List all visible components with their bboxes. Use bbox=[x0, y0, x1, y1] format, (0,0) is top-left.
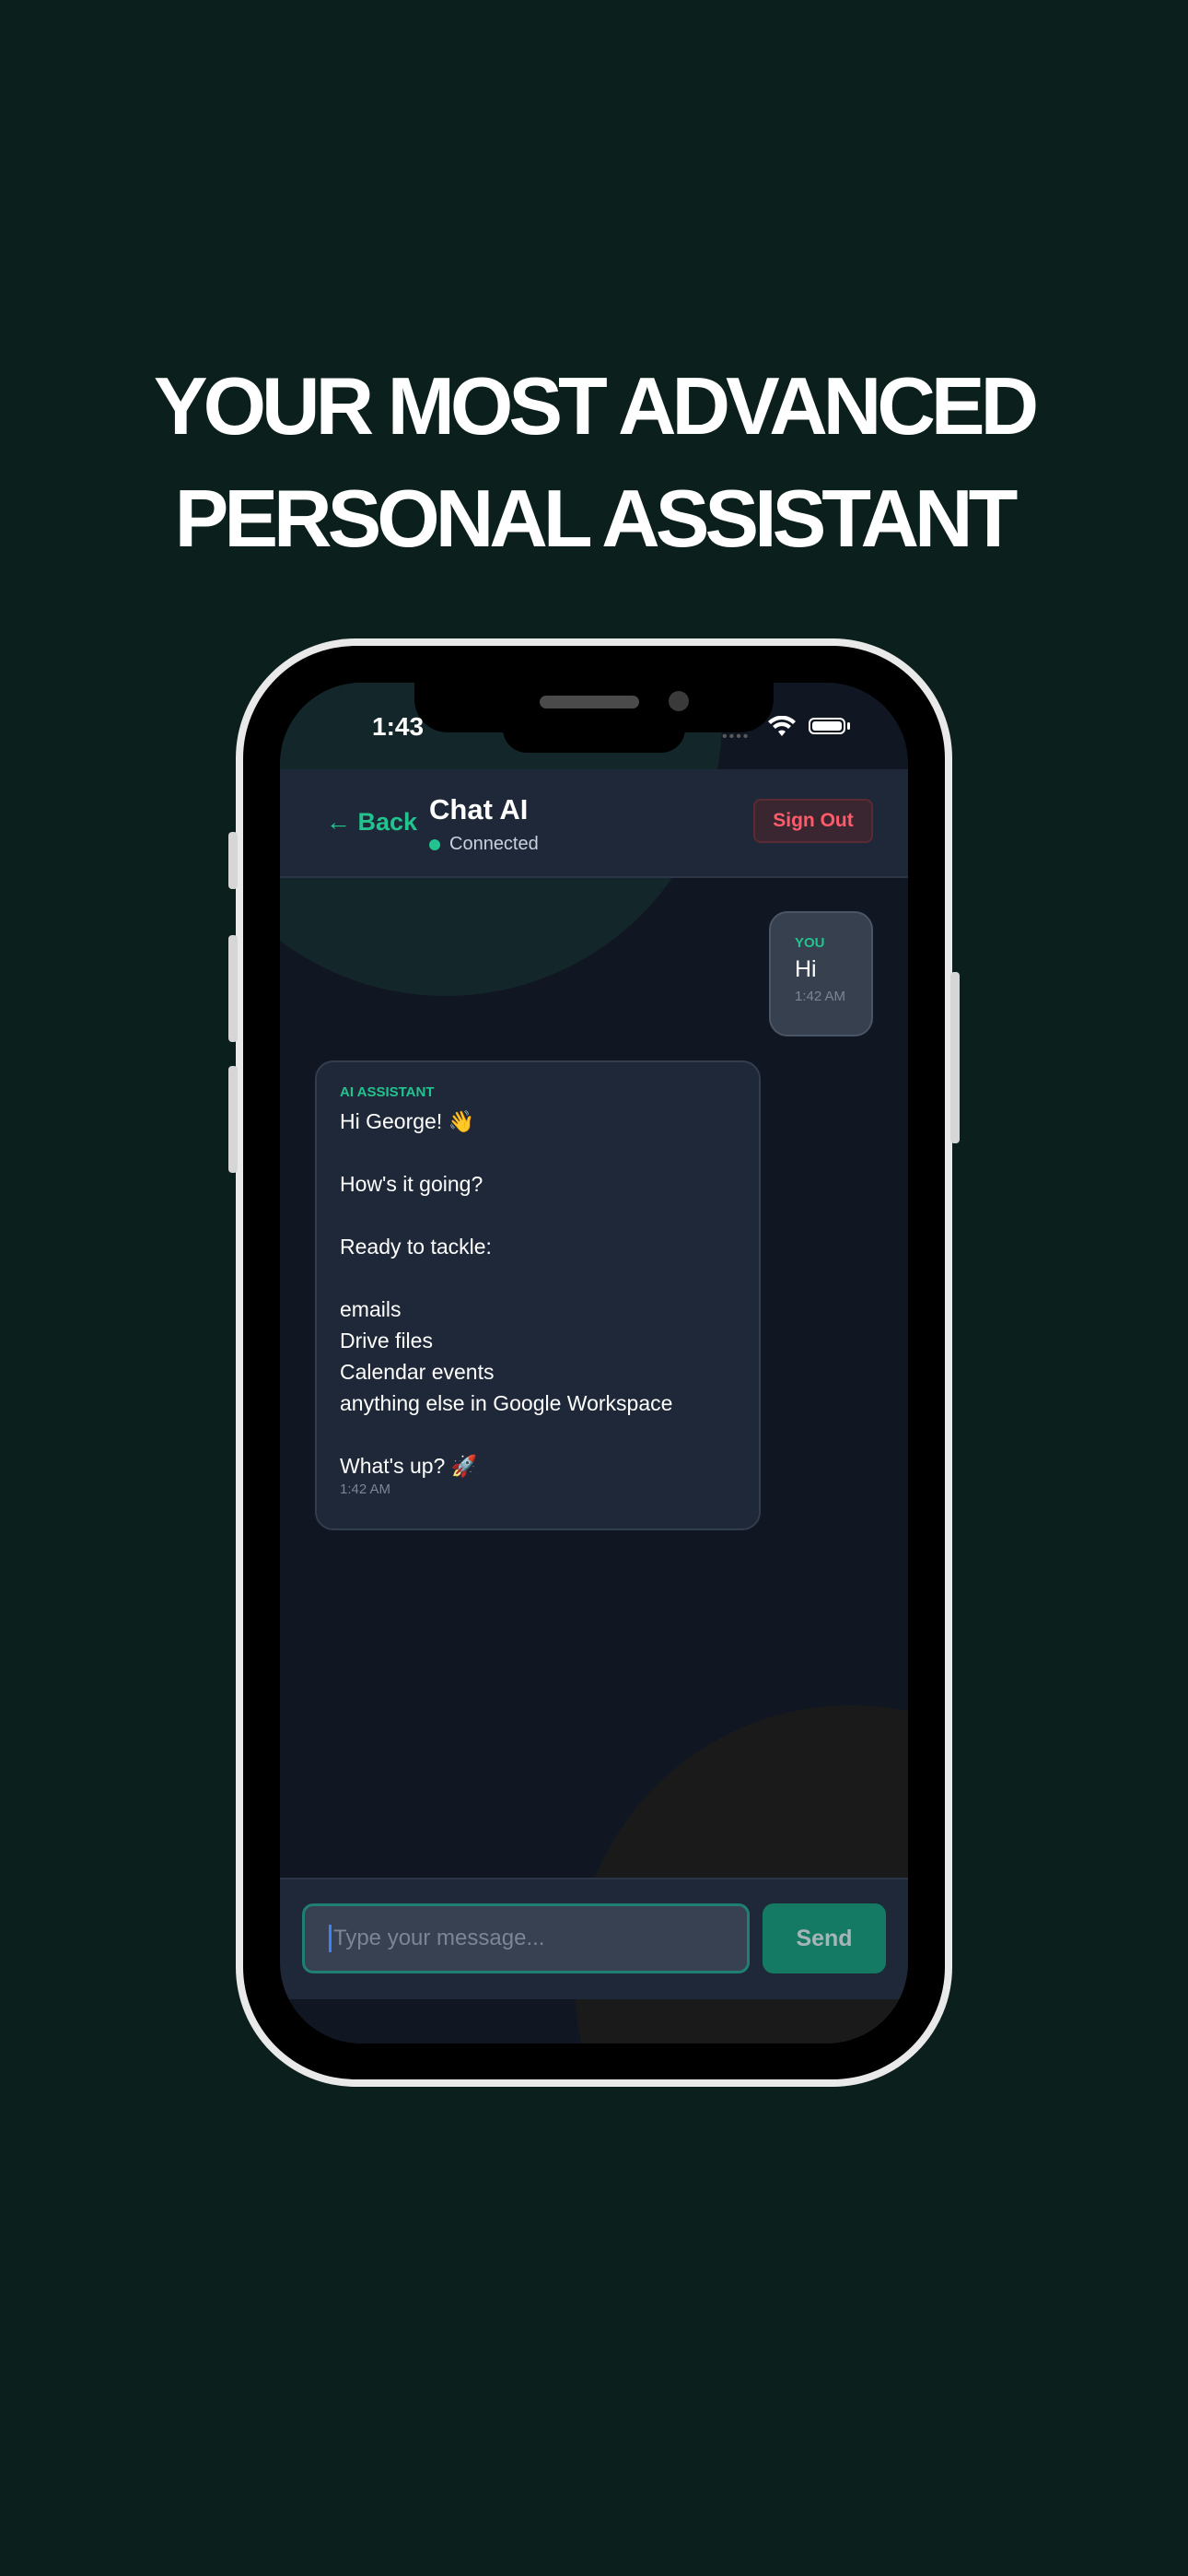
message-line: anything else in Google Workspace bbox=[340, 1391, 673, 1415]
volume-down-button bbox=[228, 1066, 238, 1173]
message-sender-label: AI ASSISTANT bbox=[340, 1084, 435, 1100]
ai-message-bubble: AI ASSISTANT Hi George! 👋 How's it going… bbox=[315, 1060, 761, 1530]
message-line bbox=[340, 1137, 759, 1168]
send-button[interactable]: Send bbox=[763, 1903, 886, 1973]
phone-screen: 1:43 •••• ← Back Chat AI Connected Sign … bbox=[280, 683, 908, 2043]
message-timestamp: 1:42 AM bbox=[795, 989, 846, 1004]
message-text: Hi bbox=[795, 956, 817, 982]
message-line: What's up? 🚀 bbox=[340, 1454, 478, 1478]
headline-line-2: PERSONAL ASSISTANT bbox=[174, 473, 1019, 564]
user-message-bubble: YOU Hi 1:42 AM bbox=[769, 911, 873, 1036]
camera-icon bbox=[669, 691, 689, 711]
message-line bbox=[340, 1200, 759, 1231]
text-caret bbox=[329, 1925, 332, 1952]
wifi-icon bbox=[768, 716, 796, 736]
connection-status-text: Connected bbox=[449, 834, 539, 854]
volume-up-button bbox=[228, 935, 238, 1042]
message-line bbox=[340, 1262, 759, 1294]
chat-header: ← Back Chat AI Connected Sign Out bbox=[280, 769, 908, 878]
message-timestamp: 1:42 AM bbox=[340, 1481, 391, 1497]
speaker-grille bbox=[540, 696, 639, 708]
message-line: Hi George! 👋 bbox=[340, 1109, 475, 1133]
message-body: Hi George! 👋 How's it going? Ready to ta… bbox=[340, 1106, 759, 1481]
battery-icon bbox=[809, 718, 845, 734]
power-button bbox=[950, 972, 960, 1143]
sign-out-button[interactable]: Sign Out bbox=[753, 799, 873, 843]
page-title: Chat AI bbox=[429, 793, 529, 825]
status-time: 1:43 bbox=[372, 712, 425, 741]
headline: YOUR MOST ADVANCED PERSONAL ASSISTANT bbox=[0, 350, 1188, 575]
notch-bottom bbox=[503, 720, 685, 753]
message-input-placeholder: Type your message... bbox=[333, 1926, 545, 1950]
battery-tip bbox=[847, 722, 850, 730]
message-sender-label: YOU bbox=[795, 935, 825, 951]
message-line: emails bbox=[340, 1297, 402, 1321]
message-line: Drive files bbox=[340, 1329, 433, 1352]
message-input[interactable]: Type your message... bbox=[302, 1903, 750, 1973]
connection-status-dot bbox=[429, 839, 440, 850]
back-button[interactable]: ← Back bbox=[326, 808, 417, 837]
message-line: Calendar events bbox=[340, 1360, 495, 1384]
signal-icon: •••• bbox=[722, 729, 751, 744]
message-line bbox=[340, 1419, 759, 1450]
headline-line-1: YOUR MOST ADVANCED bbox=[153, 360, 1039, 451]
silent-switch bbox=[228, 832, 238, 889]
message-line: How's it going? bbox=[340, 1172, 483, 1196]
message-composer: Type your message... Send bbox=[280, 1878, 908, 1999]
message-line: Ready to tackle: bbox=[340, 1235, 492, 1259]
